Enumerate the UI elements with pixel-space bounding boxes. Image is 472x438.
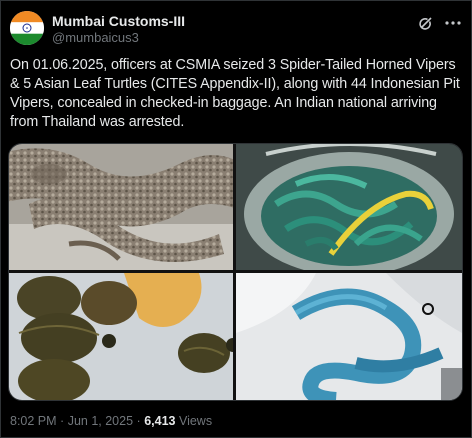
meta-separator: · — [136, 414, 141, 428]
tweet-date[interactable]: Jun 1, 2025 — [68, 414, 133, 428]
account-handle[interactable]: @mumbaicus3 — [52, 30, 139, 45]
account-name[interactable]: Mumbai Customs-III — [52, 13, 185, 29]
india-flag-icon — [10, 11, 44, 45]
blue-pit-viper-photo[interactable] — [236, 273, 462, 400]
tweet-time[interactable]: 8:02 PM — [10, 414, 57, 428]
meta-separator: · — [60, 414, 65, 428]
media-grid — [8, 143, 463, 401]
views-label: Views — [178, 414, 213, 428]
grok-icon[interactable] — [418, 15, 434, 31]
views-count[interactable]: 6,413 — [144, 414, 175, 428]
more-options-icon[interactable] — [444, 15, 462, 31]
tweet-card: Mumbai Customs-III @mumbaicus3 On 01.06.… — [0, 0, 472, 438]
tweet-text: On 01.06.2025, officers at CSMIA seized … — [10, 57, 460, 130]
avatar[interactable] — [10, 11, 44, 45]
tweet-meta: 8:02 PM · Jun 1, 2025 · 6,413 Views — [10, 414, 212, 428]
tweet-header: Mumbai Customs-III @mumbaicus3 — [10, 11, 464, 47]
pit-vipers-in-container-photo[interactable] — [236, 144, 462, 270]
asian-leaf-turtles-photo[interactable] — [9, 273, 233, 400]
spider-tailed-horned-viper-photo[interactable] — [9, 144, 233, 270]
